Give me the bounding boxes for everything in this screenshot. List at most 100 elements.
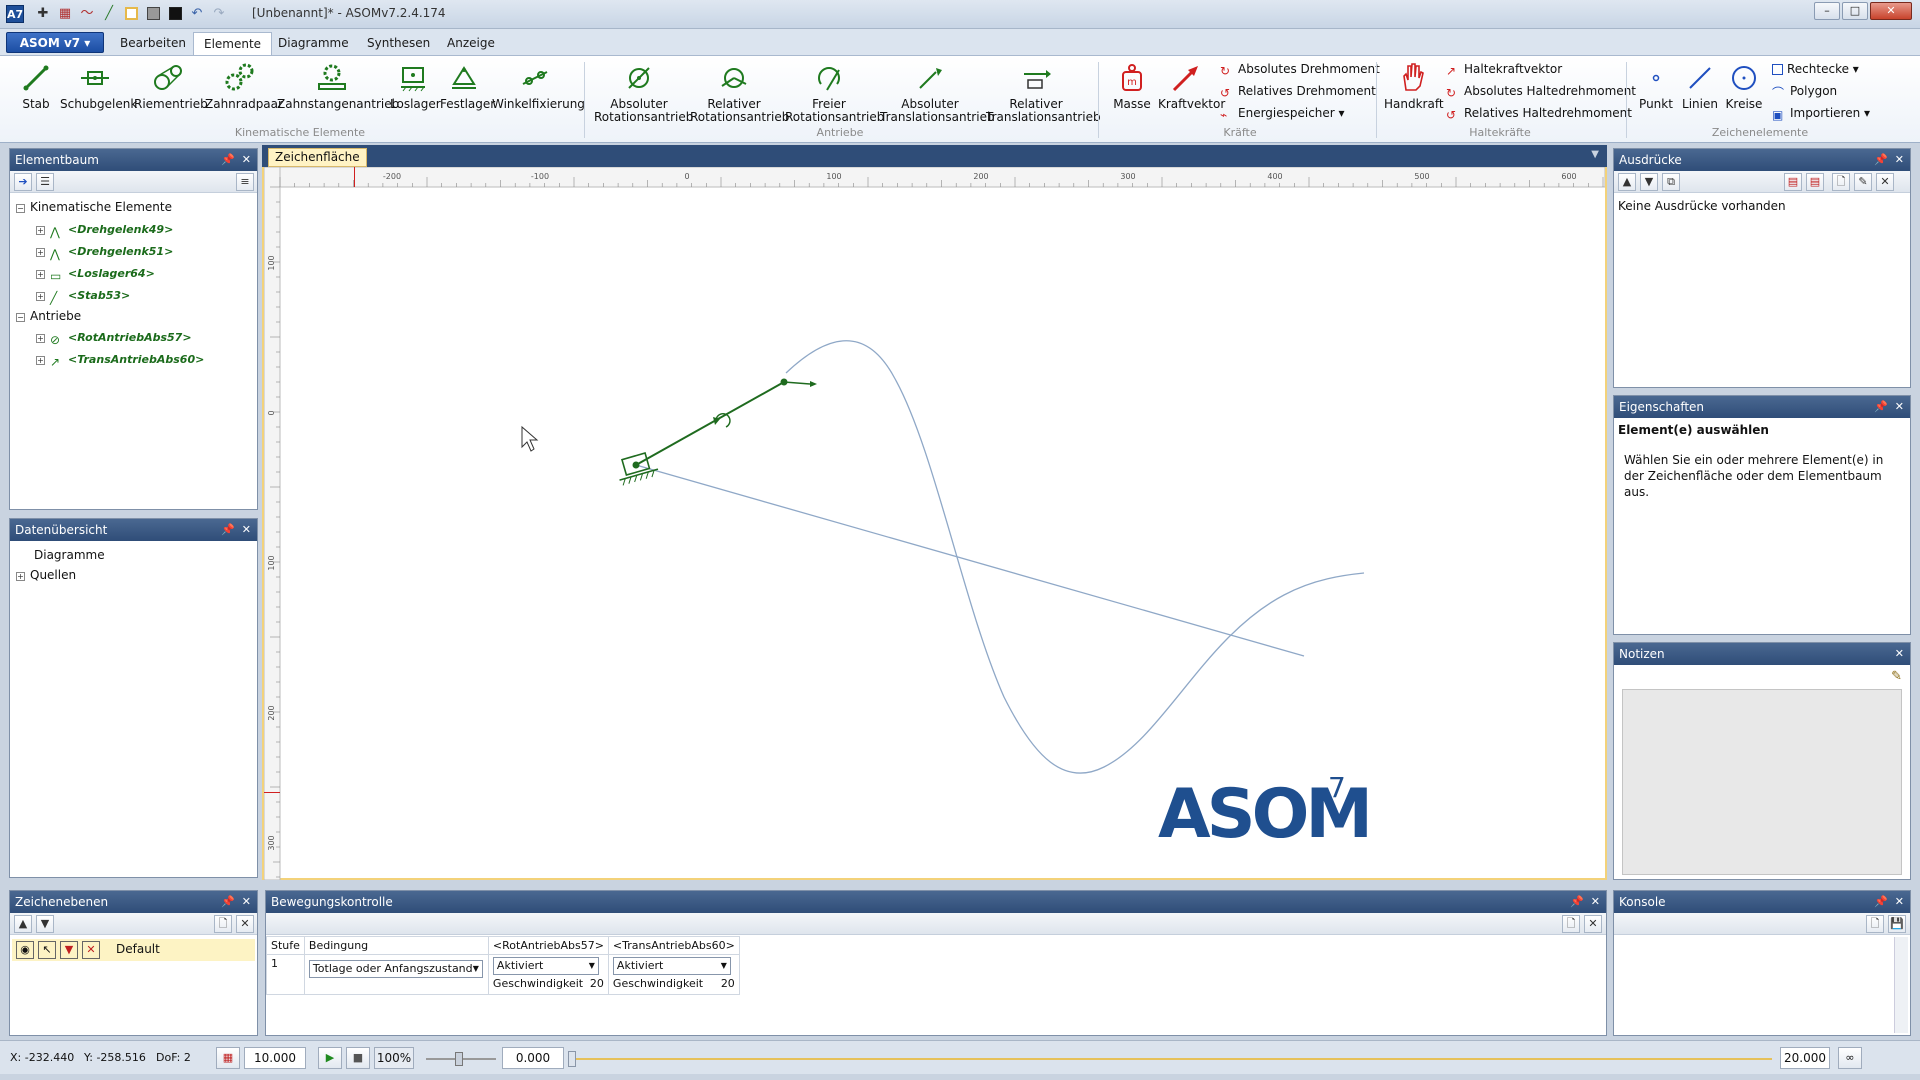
time-field[interactable]: 0.000 [502,1047,564,1069]
save-icon[interactable]: 💾 [1888,915,1906,933]
drehgelenk49[interactable] [632,461,640,469]
stop-button[interactable]: ■ [346,1047,370,1069]
pencil-icon[interactable]: ✎ [1891,669,1902,684]
trans-drive-arrow[interactable] [783,381,811,385]
close-icon[interactable]: ✕ [1895,396,1904,418]
new-icon[interactable]: 🗋 [1866,915,1884,933]
rechtecke-button[interactable]: Rechtecke ▾ [1772,60,1859,78]
app-menu-button[interactable]: ASOM v7 ▾ [6,32,104,53]
grid-icon[interactable]: ▦ [56,5,74,23]
trans-state-select[interactable]: Aktiviert ▼ [612,957,731,975]
polygon-button[interactable]: ⌒ Polygon [1772,82,1837,100]
pin-icon[interactable]: 📌 [1874,396,1888,418]
expand-icon[interactable]: + [36,334,45,343]
loop-icon[interactable]: ∞ [1838,1047,1862,1069]
tree-item[interactable]: + ⋀ <Drehgelenk49> [36,220,173,239]
grid-icon[interactable]: ▦ [216,1047,240,1069]
close-button[interactable]: ✕ [1870,2,1912,20]
delete-layer-icon[interactable]: ✕ [236,915,254,933]
close-icon[interactable]: ✕ [242,519,251,541]
expr-red-icon[interactable]: ▤ [1784,173,1802,191]
crosshair-icon[interactable]: ✚ [34,5,52,23]
expand-icon[interactable]: + [36,248,45,257]
edit-icon[interactable]: ✎ [1854,173,1872,191]
menu-icon[interactable]: ≡ [236,173,254,191]
tree-group-kinematic[interactable]: − Kinematische Elemente [16,198,172,216]
zahnstangenantrieb-button[interactable]: Zahnstangenantrieb [277,62,399,111]
riementrieb-button[interactable]: Riementrieb [134,62,208,111]
tab-bearbeiten[interactable]: Bearbeiten [110,32,196,55]
mechanism[interactable] [614,378,817,486]
tree-item[interactable]: + ⋀ <Drehgelenk51> [36,242,173,261]
pin-icon[interactable]: 📌 [1874,891,1888,913]
new-icon[interactable]: 🗋 [1562,915,1580,933]
new-icon[interactable]: 🗋 [1832,173,1850,191]
zoom-field[interactable]: 100% [374,1047,414,1069]
close-icon[interactable]: ✕ [1591,891,1600,913]
importieren-button[interactable]: ▣ Importieren ▾ [1772,104,1870,122]
absolutes-drehmoment-button[interactable]: ↻ Absolutes Drehmoment [1220,60,1380,78]
pin-icon[interactable]: 📌 [221,519,235,541]
remove-icon[interactable]: ✕ [82,941,100,959]
canvas-svg[interactable]: -200 -100 0 100 200 300 400 500 600 100 … [263,166,1606,881]
pin-icon[interactable]: 📌 [1874,149,1888,171]
freier-rotationsantrieb-button[interactable]: Freier Rotationsantrieb [785,62,884,124]
trans-speed-value[interactable]: 20 [721,977,735,990]
color-white-icon[interactable] [122,5,140,23]
tree-group-antriebe[interactable]: − Antriebe [16,307,81,325]
pin-icon[interactable]: 📌 [221,149,235,171]
close-icon[interactable]: ✕ [1895,149,1904,171]
festlager-button[interactable]: Festlager [440,62,495,111]
kreise-button[interactable]: Kreise [1724,62,1764,111]
collapse-icon[interactable]: − [16,204,25,213]
relatives-drehmoment-button[interactable]: ↺ Relatives Drehmoment [1220,82,1376,100]
move-up-icon[interactable]: ▲ [14,915,32,933]
bedingung-select[interactable]: Totlage oder Anfangszustand ▼ [308,960,483,978]
close-icon[interactable]: ✕ [242,149,251,171]
move-down-icon[interactable]: ▼ [1640,173,1658,191]
redo-icon[interactable]: ↷ [210,5,228,23]
speed-slider-thumb[interactable] [455,1052,463,1066]
tab-anzeige[interactable]: Anzeige [437,32,505,55]
energiespeicher-button[interactable]: ⌁ Energiespeicher ▾ [1220,104,1345,122]
stab53[interactable] [635,381,785,466]
tree-item[interactable]: + ↗ <TransAntriebAbs60> [36,350,204,369]
loslager-button[interactable]: Loslager [390,62,441,111]
list-view-icon[interactable]: ☰ [36,173,54,191]
console-scrollbar[interactable] [1894,937,1908,1033]
tab-synthesen[interactable]: Synthesen [357,32,440,55]
new-layer-icon[interactable]: 🗋 [214,915,232,933]
expand-icon[interactable]: + [36,226,45,235]
close-icon[interactable]: ✕ [242,891,251,913]
line-icon[interactable]: ╱ [100,5,118,23]
expr-red2-icon[interactable]: ▤ [1806,173,1824,191]
tree-item-quellen[interactable]: + Quellen [16,566,76,584]
close-icon[interactable]: ✕ [1895,891,1904,913]
absoluter-translationsantrieb-button[interactable]: Absoluter Translationsantrieb [880,62,995,124]
app-icon[interactable]: A7 [6,5,24,23]
zahnradpaar-button[interactable]: Zahnradpaar [205,62,283,111]
expand-icon[interactable]: + [36,356,45,365]
move-up-icon[interactable]: ▲ [1618,173,1636,191]
color-black-icon[interactable] [166,5,184,23]
punkt-button[interactable]: Punkt [1636,62,1676,111]
winkelfixierung-button[interactable]: Winkelfixierung [492,62,585,111]
relativer-rotationsantrieb-button[interactable]: Relativer Rotationsantrieb [690,62,789,124]
masse-button[interactable]: m Masse [1108,62,1156,111]
tab-diagramme[interactable]: Diagramme [268,32,359,55]
kraftvektor-button[interactable]: Kraftvektor [1158,62,1225,111]
minimize-button[interactable]: – [1814,2,1840,20]
schubgelenk-button[interactable]: Schubgelenk [60,62,137,111]
expand-icon[interactable]: + [36,270,45,279]
tab-elemente[interactable]: Elemente [193,32,273,55]
tree-item[interactable]: + ⊘ <RotAntriebAbs57> [36,328,192,347]
tree-item-diagramme[interactable]: Diagramme [34,546,105,564]
notes-textarea[interactable] [1622,689,1902,875]
drawing-canvas[interactable]: -200 -100 0 100 200 300 400 500 600 100 … [262,166,1607,881]
time-slider-track[interactable] [572,1058,1772,1060]
cursor-icon[interactable]: ↖ [38,941,56,959]
expand-icon[interactable]: + [36,292,45,301]
stab-button[interactable]: Stab [20,62,52,111]
absolutes-haltedrehmoment-button[interactable]: ↻ Absolutes Haltedrehmoment [1446,82,1636,100]
relatives-haltedrehmoment-button[interactable]: ↺ Relatives Haltedrehmoment [1446,104,1632,122]
